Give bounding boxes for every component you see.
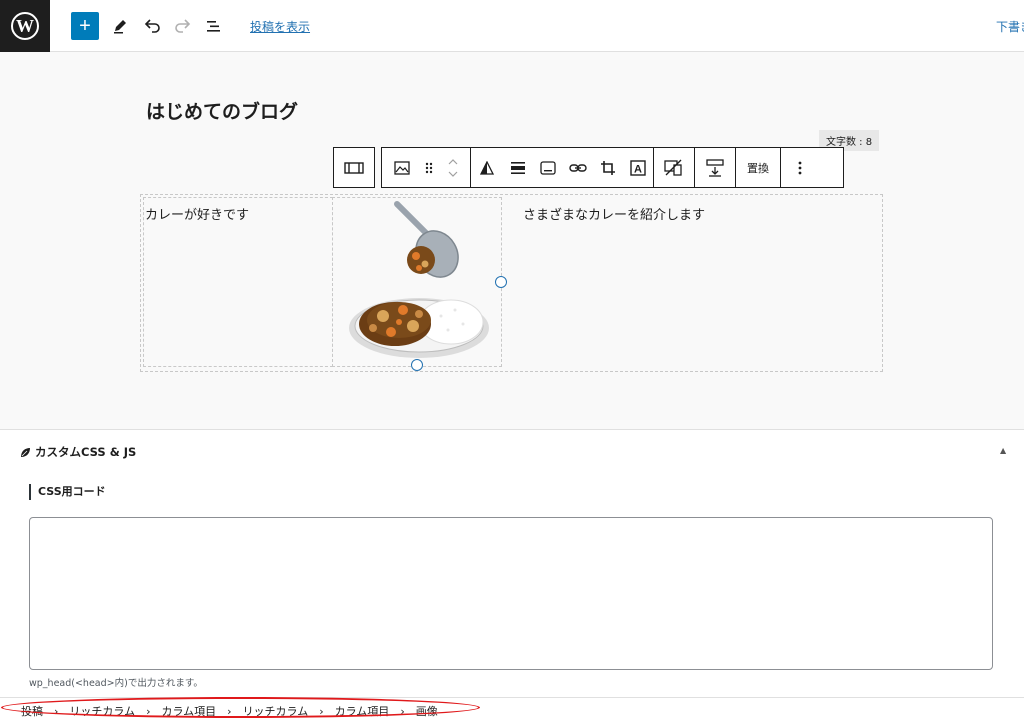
view-post-link[interactable]: 投稿を表示: [250, 18, 310, 35]
resize-handle-right[interactable]: [495, 276, 507, 288]
column-text[interactable]: さまざまなカレーを紹介します: [523, 204, 705, 223]
duotone-icon[interactable]: [471, 148, 503, 187]
add-block-button[interactable]: +: [71, 12, 99, 40]
caption-icon[interactable]: [533, 148, 563, 187]
plus-icon: +: [79, 15, 91, 37]
svg-text:A: A: [634, 163, 642, 175]
svg-text:W: W: [16, 16, 34, 36]
redo-button[interactable]: [169, 12, 197, 40]
image-block-icon[interactable]: [382, 148, 422, 187]
redo-icon: [175, 19, 191, 33]
block-toolbar: A 置換: [381, 147, 844, 188]
block-breadcrumb-bar: 投稿 › リッチカラム › カラム項目 › リッチカラム › カラム項目 › 画…: [0, 697, 1024, 719]
text-overlay-icon[interactable]: A: [623, 148, 653, 187]
link-icon[interactable]: [563, 148, 593, 187]
resize-handle-bottom[interactable]: [411, 359, 423, 371]
column-item-3[interactable]: さまざまなカレーを紹介します: [501, 197, 881, 367]
drag-handle-icon[interactable]: [422, 148, 436, 187]
wordpress-logo-icon[interactable]: W: [0, 0, 50, 52]
editor-canvas: はじめてのブログ 文字数 : 8 A 置換 カレーが好きです さまざまなカレーを…: [0, 53, 1024, 429]
leaf-icon: [21, 447, 30, 457]
save-draft-link[interactable]: 下書き: [996, 18, 1024, 35]
undo-icon: [144, 19, 160, 33]
column-item-1[interactable]: カレーが好きです: [143, 197, 333, 367]
move-up-down-icon[interactable]: [436, 148, 470, 187]
collapse-toggle-icon[interactable]: ▲: [1000, 446, 1006, 455]
list-view-button[interactable]: [200, 12, 228, 40]
css-hint-text: wp_head(<head>内)で出力されます。: [29, 678, 203, 689]
css-code-label: CSS用コード: [29, 484, 106, 500]
columns-block-icon[interactable]: [334, 148, 374, 187]
block-editor: W + 投稿を表示 下書き はじめてのブログ 文字数 : 8: [0, 0, 1024, 719]
undo-button[interactable]: [138, 12, 166, 40]
hide-on-device-icon[interactable]: [654, 148, 694, 187]
column-item-2[interactable]: [332, 197, 502, 367]
curry-rice-image[interactable]: [333, 198, 501, 366]
column-text[interactable]: カレーが好きです: [145, 204, 249, 223]
pencil-icon: [114, 20, 126, 34]
custom-css-js-metabox: カスタムCSS & JS ▲ CSS用コード wp_head(<head>内)で…: [0, 429, 1024, 697]
css-code-textarea[interactable]: [29, 517, 993, 670]
margin-settings-icon[interactable]: [695, 148, 735, 187]
crop-icon[interactable]: [593, 148, 623, 187]
metabox-title[interactable]: カスタムCSS & JS: [20, 444, 136, 460]
post-title[interactable]: はじめてのブログ: [146, 97, 298, 124]
list-view-icon: [207, 21, 220, 32]
highlight-oval: [1, 697, 480, 718]
replace-button[interactable]: 置換: [736, 148, 780, 187]
more-options-icon[interactable]: [781, 148, 819, 187]
editor-header: W + 投稿を表示 下書き: [0, 0, 1024, 52]
align-icon[interactable]: [503, 148, 533, 187]
metabox-title-text: カスタムCSS & JS: [35, 445, 137, 459]
block-parent-selector[interactable]: [333, 147, 375, 188]
tools-button[interactable]: [106, 12, 134, 40]
